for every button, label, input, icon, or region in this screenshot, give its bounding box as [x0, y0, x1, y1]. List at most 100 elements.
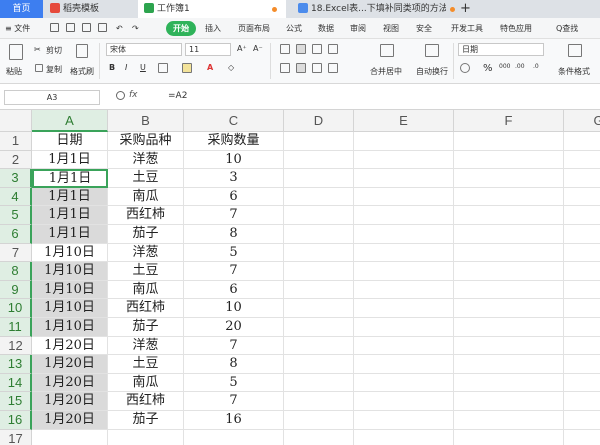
cell-G16[interactable]	[564, 411, 600, 430]
cell-E3[interactable]	[354, 169, 454, 188]
percent-button[interactable]: %	[483, 63, 493, 74]
cell-F6[interactable]	[454, 225, 564, 244]
cell-F5[interactable]	[454, 206, 564, 225]
column-header-F[interactable]: F	[454, 110, 564, 132]
row-header-8[interactable]: 8	[0, 262, 32, 281]
cell-B14[interactable]: 南瓜	[108, 373, 184, 393]
cell-D5[interactable]	[284, 206, 354, 225]
cell-B2[interactable]: 洋葱	[108, 150, 184, 170]
cell-D12[interactable]	[284, 336, 354, 356]
cell-A7[interactable]: 1月10日	[32, 243, 108, 263]
column-header-E[interactable]: E	[354, 110, 454, 132]
cell-C14[interactable]: 5	[184, 373, 284, 393]
cell-C12[interactable]: 7	[184, 336, 284, 356]
cell-F2[interactable]	[454, 150, 564, 170]
cell-D14[interactable]	[284, 373, 354, 393]
cell-B13[interactable]: 土豆	[108, 355, 184, 374]
align-middle-icon[interactable]	[296, 44, 306, 54]
row-header-13[interactable]: 13	[0, 355, 32, 374]
search-button[interactable]: Q查找	[556, 21, 578, 36]
cell-C11[interactable]: 20	[184, 318, 284, 337]
justify-icon[interactable]	[328, 63, 338, 73]
select-all-corner[interactable]	[0, 110, 32, 132]
save-icon[interactable]	[50, 23, 59, 32]
cell-G11[interactable]	[564, 318, 600, 337]
cell-F10[interactable]	[454, 299, 564, 318]
cell-D7[interactable]	[284, 243, 354, 263]
cell-A11[interactable]: 1月10日	[32, 318, 108, 337]
cell-F15[interactable]	[454, 392, 564, 411]
thousands-separator-icon[interactable]: 000	[499, 63, 510, 70]
cell-G14[interactable]	[564, 374, 600, 393]
cell-A9[interactable]: 1月10日	[32, 280, 108, 300]
cell-B17[interactable]	[108, 429, 184, 445]
row-header-7[interactable]: 7	[0, 243, 32, 263]
cell-F11[interactable]	[454, 318, 564, 337]
cell-G12[interactable]	[564, 337, 600, 356]
menu-data[interactable]: 数据	[318, 21, 334, 36]
cell-G9[interactable]	[564, 281, 600, 300]
cell-B8[interactable]: 土豆	[108, 262, 184, 281]
row-header-15[interactable]: 15	[0, 392, 32, 411]
format-painter-button[interactable]: 格式刷	[70, 66, 94, 77]
cell-G10[interactable]	[564, 299, 600, 318]
align-center-icon[interactable]	[296, 63, 306, 73]
cell-A5[interactable]: 1月1日	[32, 206, 108, 225]
cell-C2[interactable]: 10	[184, 150, 284, 170]
row-header-16[interactable]: 16	[0, 411, 32, 430]
conditional-format-icon[interactable]	[568, 44, 582, 57]
italic-button[interactable]: I	[125, 63, 127, 72]
cell-E2[interactable]	[354, 150, 454, 170]
cell-B10[interactable]: 西红柿	[108, 299, 184, 318]
cell-B12[interactable]: 洋葱	[108, 336, 184, 356]
cell-B16[interactable]: 茄子	[108, 411, 184, 430]
column-header-C[interactable]: C	[184, 110, 284, 132]
row-header-3[interactable]: 3	[0, 169, 32, 188]
tab-templates[interactable]: 稻壳模板	[44, 0, 136, 18]
cell-G5[interactable]	[564, 206, 600, 225]
zoom-icon[interactable]	[116, 91, 125, 100]
cell-B3[interactable]: 土豆	[108, 169, 184, 188]
menu-review[interactable]: 审阅	[350, 21, 366, 36]
cell-B7[interactable]: 洋葱	[108, 243, 184, 263]
cell-E4[interactable]	[354, 187, 454, 207]
cell-E11[interactable]	[354, 318, 454, 337]
cell-F4[interactable]	[454, 187, 564, 207]
cell-E15[interactable]	[354, 392, 454, 411]
cell-G8[interactable]	[564, 262, 600, 281]
cell-F17[interactable]	[454, 429, 564, 445]
row-header-12[interactable]: 12	[0, 336, 32, 356]
row-header-9[interactable]: 9	[0, 280, 32, 300]
menu-special[interactable]: 特色应用	[500, 21, 532, 36]
column-header-B[interactable]: B	[108, 110, 184, 132]
cell-E8[interactable]	[354, 262, 454, 281]
cell-B11[interactable]: 茄子	[108, 318, 184, 337]
cell-A6[interactable]: 1月1日	[32, 225, 108, 244]
cell-C15[interactable]: 7	[184, 392, 284, 411]
merge-center-button[interactable]: 合并居中	[370, 66, 402, 77]
cell-B15[interactable]: 西红柿	[108, 392, 184, 411]
tab-document[interactable]: 18.Excel表...下填补同类项的方法	[292, 0, 446, 18]
print-preview-icon[interactable]	[98, 23, 107, 32]
cell-C6[interactable]: 8	[184, 225, 284, 244]
cell-B6[interactable]: 茄子	[108, 225, 184, 244]
font-size-select[interactable]: 11	[185, 43, 231, 56]
cell-F3[interactable]	[454, 169, 564, 188]
new-tab-button[interactable]: +	[460, 0, 471, 18]
cell-C10[interactable]: 10	[184, 299, 284, 318]
decrease-decimal-icon[interactable]: .0	[533, 63, 539, 70]
font-color-icon[interactable]: A	[207, 63, 213, 72]
spreadsheet-grid[interactable]: A B C D E F G 1 日期 采购品种 采购数量 2 1月1日 洋葱 10 3 1月1日 土豆 3 4 1月1日…	[0, 110, 600, 445]
underline-button[interactable]: U	[140, 63, 146, 72]
row-header-5[interactable]: 5	[0, 206, 32, 225]
cell-G1[interactable]	[564, 132, 600, 151]
cell-D4[interactable]	[284, 187, 354, 207]
cell-D9[interactable]	[284, 280, 354, 300]
cell-E13[interactable]	[354, 355, 454, 374]
cell-D13[interactable]	[284, 355, 354, 374]
cell-D10[interactable]	[284, 299, 354, 318]
cell-D15[interactable]	[284, 392, 354, 411]
row-header-2[interactable]: 2	[0, 150, 32, 170]
row-header-11[interactable]: 11	[0, 318, 32, 337]
row-header-14[interactable]: 14	[0, 373, 32, 393]
